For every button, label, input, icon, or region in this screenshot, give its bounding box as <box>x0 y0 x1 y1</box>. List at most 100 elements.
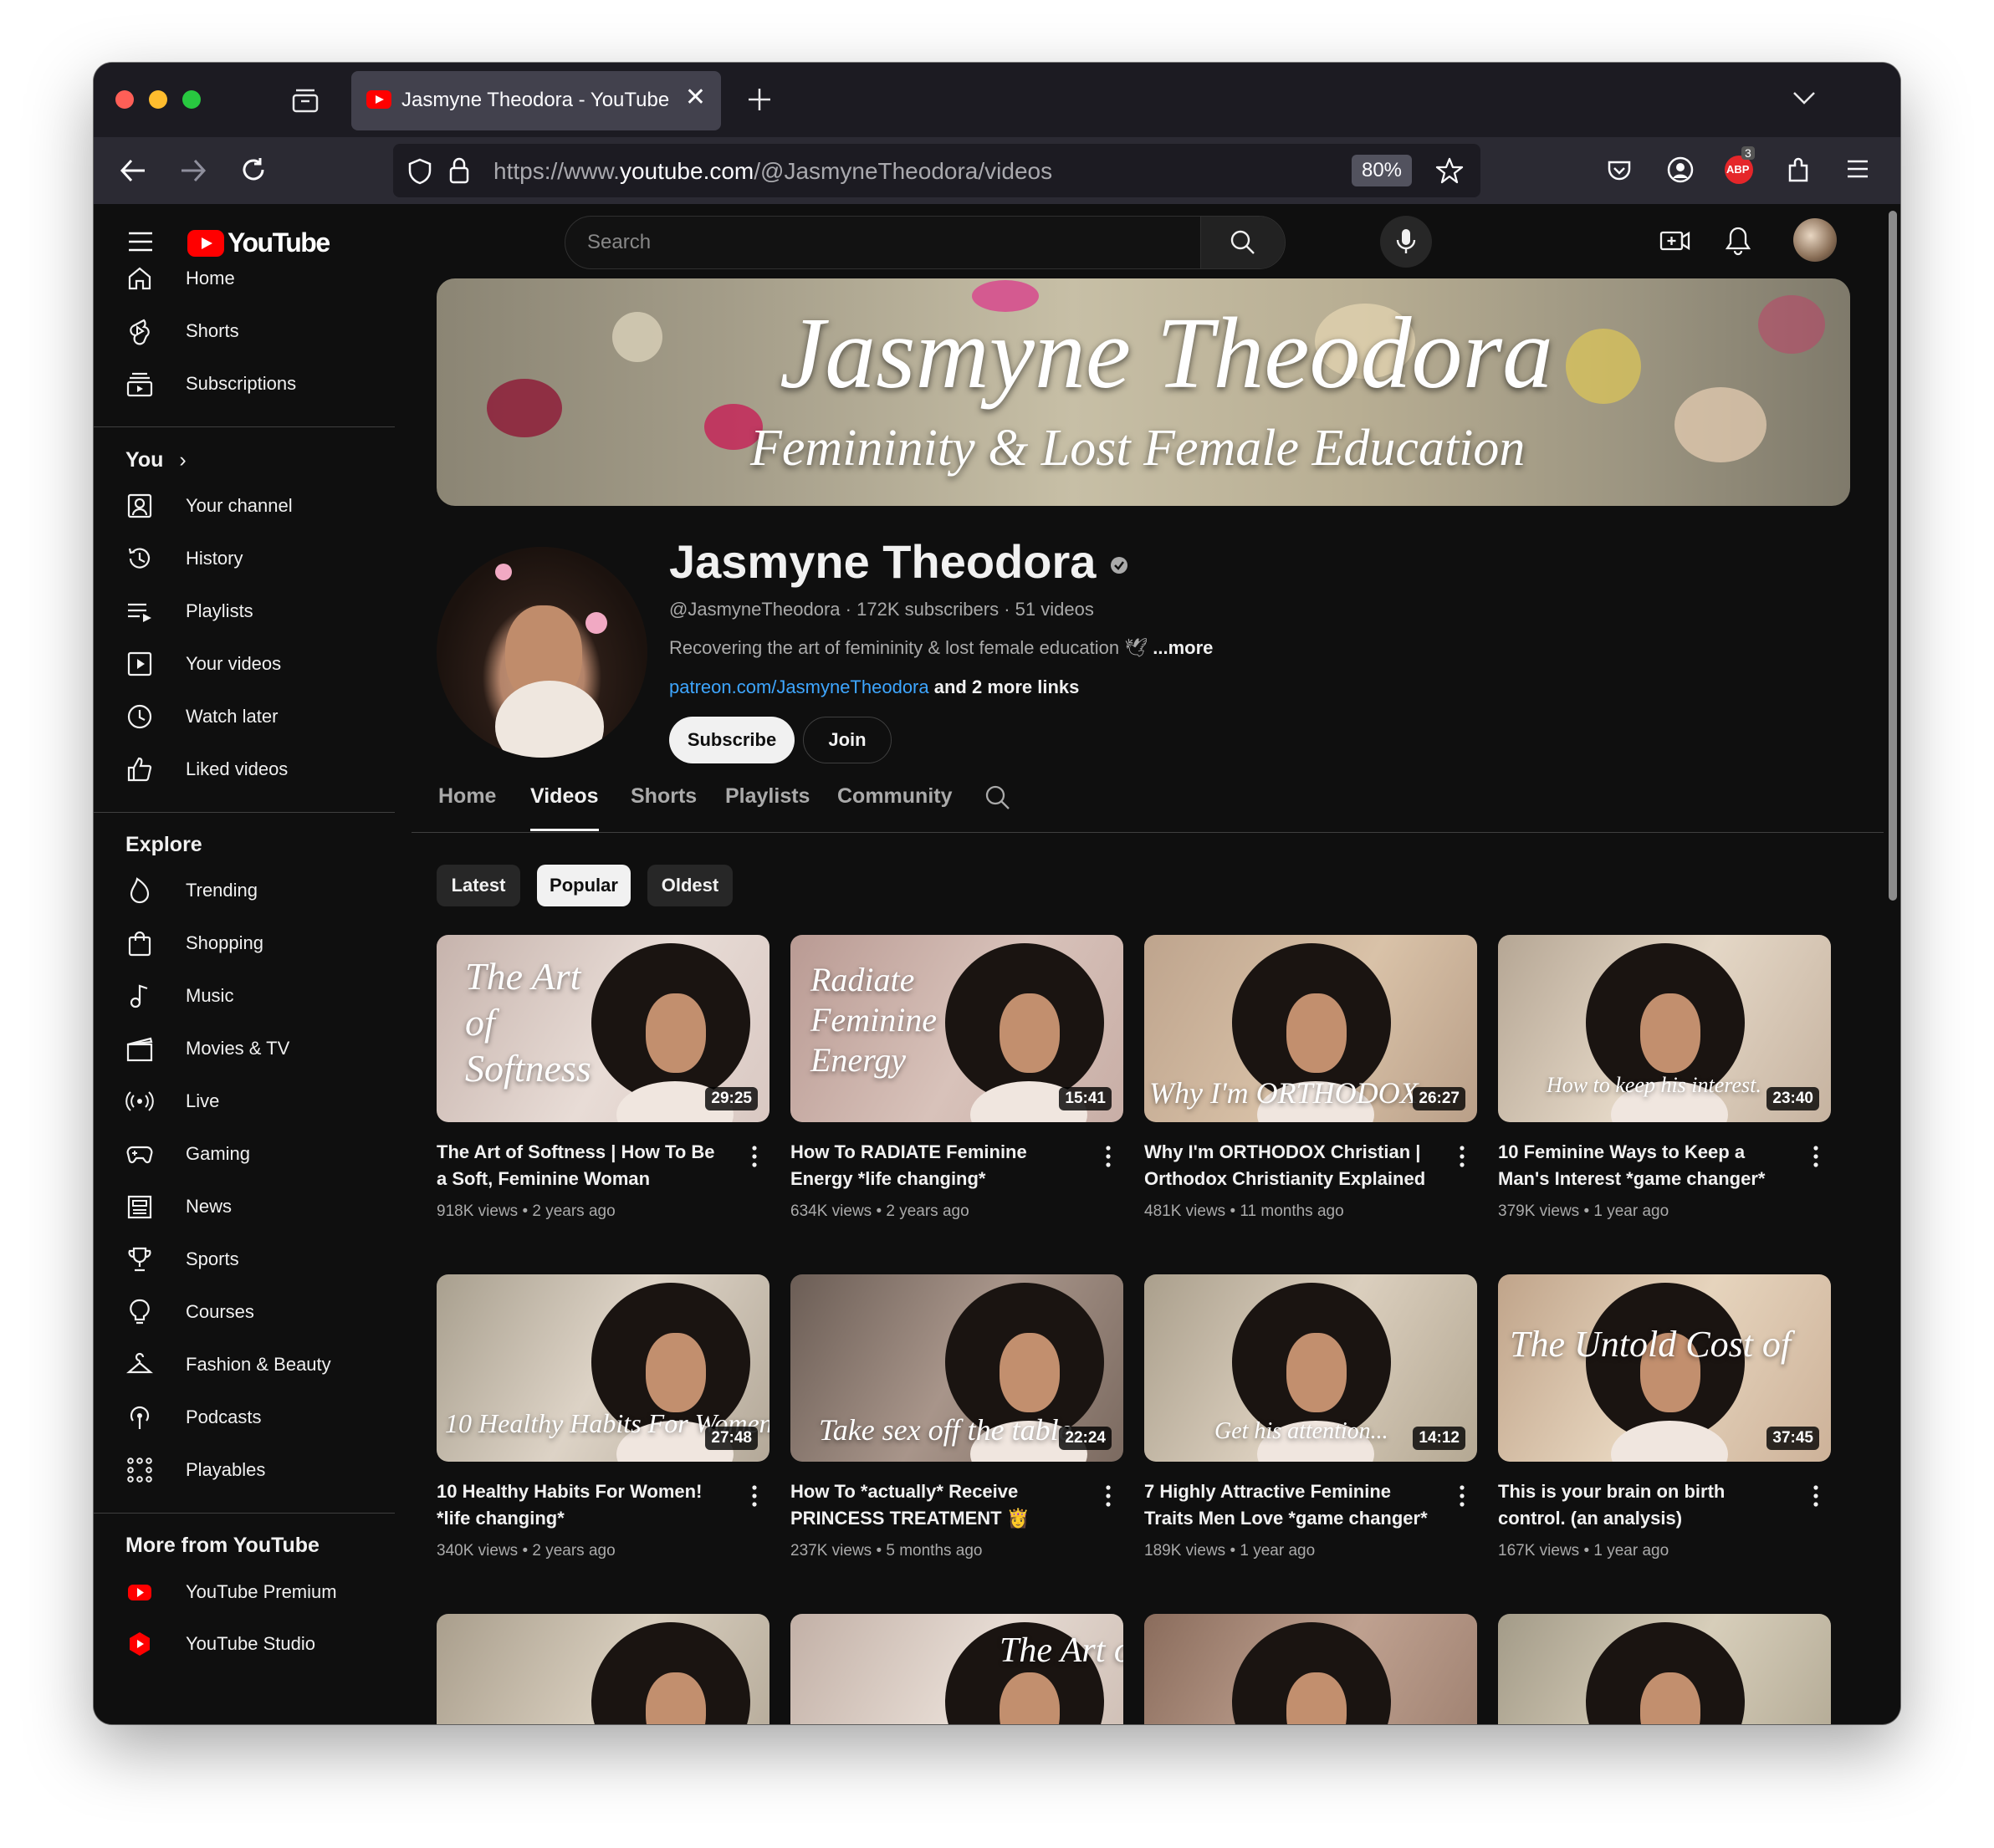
video-more-actions-icon[interactable] <box>1452 1482 1472 1510</box>
tab-videos[interactable]: Videos <box>530 779 599 831</box>
tab-overview-icon[interactable] <box>291 87 320 114</box>
video-card[interactable] <box>1498 1614 1831 1724</box>
bookmark-star-icon[interactable] <box>1435 156 1464 185</box>
sidebar-item-trending[interactable]: Trending <box>125 865 376 916</box>
video-more-actions-icon[interactable] <box>1806 1482 1826 1510</box>
video-more-actions-icon[interactable] <box>1806 1142 1826 1171</box>
chip-popular[interactable]: Popular <box>537 865 631 906</box>
search-input[interactable] <box>565 217 1276 268</box>
video-card[interactable]: The Art of Softness 29:25 The Art of Softn… <box>437 935 769 1244</box>
guide-menu-icon[interactable] <box>127 231 154 253</box>
chip-latest[interactable]: Latest <box>437 865 520 906</box>
video-title[interactable]: 7 Highly Attractive Feminine Traits Men … <box>1144 1478 1437 1532</box>
minimize-window-button[interactable] <box>149 90 167 109</box>
video-thumbnail[interactable]: The Untold Cost of Birth Control37:45 <box>1498 1274 1831 1462</box>
video-title[interactable]: How To *actually* Receive PRINCESS TREAT… <box>790 1478 1083 1532</box>
sidebar-item-podcasts[interactable]: Podcasts <box>125 1392 376 1442</box>
sidebar-item-news[interactable]: News <box>125 1182 376 1232</box>
video-title[interactable]: 10 Healthy Habits For Women! *life chang… <box>437 1478 729 1532</box>
zoom-level-badge[interactable]: 80% <box>1352 155 1412 186</box>
browser-tab-active[interactable]: Jasmyne Theodora - YouTube ✕ <box>351 71 721 130</box>
video-title[interactable]: How To RADIATE Feminine Energy *life cha… <box>790 1139 1083 1192</box>
app-menu-hamburger-icon[interactable] <box>1845 157 1870 181</box>
close-window-button[interactable] <box>115 90 134 109</box>
channel-avatar[interactable] <box>437 547 647 758</box>
tab-shorts[interactable]: Shorts <box>631 779 697 831</box>
video-more-actions-icon[interactable] <box>1452 1142 1472 1171</box>
sidebar-item-your-channel[interactable]: Your channel <box>125 481 376 531</box>
back-arrow-icon[interactable] <box>119 157 147 184</box>
tab-playlists[interactable]: Playlists <box>725 779 810 831</box>
video-card[interactable] <box>1144 1614 1477 1724</box>
sidebar-item-youtube-premium[interactable]: YouTube Premium <box>125 1567 376 1617</box>
search-button[interactable] <box>1200 217 1285 268</box>
video-thumbnail[interactable]: The Art of Softness 29:25 <box>437 935 769 1122</box>
reload-icon[interactable] <box>239 156 268 184</box>
video-card[interactable] <box>437 1614 769 1724</box>
tab-community[interactable]: Community <box>837 779 953 831</box>
video-thumbnail[interactable]: Radiate Feminine Energy 15:41 <box>790 935 1123 1122</box>
tab-home[interactable]: Home <box>438 779 496 831</box>
sidebar-item-playlists[interactable]: Playlists <box>125 586 376 636</box>
sidebar-item-courses[interactable]: Courses <box>125 1287 376 1337</box>
sidebar-item-music[interactable]: Music <box>125 971 376 1021</box>
sidebar-item-liked-videos[interactable]: Liked videos <box>125 744 376 794</box>
sidebar-item-fashion-beauty[interactable]: Fashion & Beauty <box>125 1340 376 1390</box>
sidebar-item-subscriptions[interactable]: Subscriptions <box>125 359 376 409</box>
subscribe-button[interactable]: Subscribe <box>669 717 795 763</box>
video-card[interactable]: 10 Healthy Habits For Women 27:48 10 Healt… <box>437 1274 769 1584</box>
channel-search-icon[interactable] <box>984 784 1011 811</box>
account-icon[interactable] <box>1666 156 1695 184</box>
voice-search-button[interactable] <box>1380 216 1432 268</box>
sidebar-you-header[interactable]: You › <box>125 448 187 472</box>
create-video-icon[interactable] <box>1659 227 1691 254</box>
video-more-actions-icon[interactable] <box>744 1142 764 1171</box>
video-card[interactable]: Get his attention... 14:12 7 Highly Attrac… <box>1144 1274 1477 1584</box>
video-thumbnail[interactable]: Why I'm ORTHODOX 26:27 <box>1144 935 1477 1122</box>
join-button[interactable]: Join <box>803 717 892 763</box>
lock-icon[interactable] <box>448 156 470 186</box>
tracking-protection-shield-icon[interactable] <box>406 157 433 186</box>
address-bar[interactable]: https://www.youtube.com/@JasmyneTheodora… <box>393 144 1480 197</box>
video-title[interactable]: Why I'm ORTHODOX Christian | Orthodox Ch… <box>1144 1139 1437 1192</box>
chip-oldest[interactable]: Oldest <box>647 865 733 906</box>
extensions-puzzle-icon[interactable] <box>1785 156 1813 184</box>
channel-links[interactable]: patreon.com/JasmyneTheodora and 2 more l… <box>669 676 1079 698</box>
video-thumbnail[interactable]: How to keep his interest. 23:40 <box>1498 935 1831 1122</box>
account-avatar[interactable] <box>1793 218 1837 262</box>
video-card[interactable]: The Art of <box>790 1614 1123 1724</box>
video-title[interactable]: The Art of Softness | How To Be a Soft, … <box>437 1139 729 1192</box>
video-card[interactable]: Why I'm ORTHODOX 26:27 Why I'm ORTHODOX Ch… <box>1144 935 1477 1244</box>
video-card[interactable]: How to keep his interest. 23:40 10 Feminin… <box>1498 935 1831 1244</box>
video-card[interactable]: Take sex off the table 22:24 How To *actua… <box>790 1274 1123 1584</box>
tab-close-icon[interactable]: ✕ <box>685 83 706 112</box>
sidebar-item-watch-later[interactable]: Watch later <box>125 692 376 742</box>
tab-list-chevron-icon[interactable] <box>1792 89 1817 106</box>
video-thumbnail[interactable] <box>1498 1614 1831 1724</box>
sidebar-item-home[interactable]: Home <box>125 253 376 304</box>
page-scrollbar[interactable] <box>1889 211 1897 901</box>
channel-description[interactable]: Recovering the art of femininity & lost … <box>669 637 1213 659</box>
video-thumbnail[interactable]: The Art of <box>790 1614 1123 1724</box>
video-more-actions-icon[interactable] <box>744 1482 764 1510</box>
video-card[interactable]: Radiate Feminine Energy 15:41 How To RADIA… <box>790 935 1123 1244</box>
pocket-icon[interactable] <box>1606 157 1633 184</box>
sidebar-item-shorts[interactable]: Shorts <box>125 306 376 356</box>
maximize-window-button[interactable] <box>182 90 201 109</box>
video-thumbnail[interactable]: Take sex off the table 22:24 <box>790 1274 1123 1462</box>
sidebar-item-live[interactable]: Live <box>125 1076 376 1126</box>
sidebar-item-youtube-studio[interactable]: YouTube Studio <box>125 1619 376 1669</box>
video-thumbnail[interactable] <box>437 1614 769 1724</box>
sidebar-item-movies-tv[interactable]: Movies & TV <box>125 1024 376 1074</box>
sidebar-item-gaming[interactable]: Gaming <box>125 1129 376 1179</box>
video-title[interactable]: 10 Feminine Ways to Keep a Man's Interes… <box>1498 1139 1791 1192</box>
sidebar-item-history[interactable]: History <box>125 533 376 584</box>
video-thumbnail[interactable]: 10 Healthy Habits For Women 27:48 <box>437 1274 769 1462</box>
video-more-actions-icon[interactable] <box>1098 1482 1118 1510</box>
video-title[interactable]: This is your brain on birth control. (an… <box>1498 1478 1791 1532</box>
forward-arrow-icon[interactable] <box>179 157 207 184</box>
sidebar-item-sports[interactable]: Sports <box>125 1234 376 1284</box>
new-tab-icon[interactable] <box>746 86 773 113</box>
video-card[interactable]: The Untold Cost of Birth Control37:45 Thi… <box>1498 1274 1831 1584</box>
video-thumbnail[interactable] <box>1144 1614 1477 1724</box>
